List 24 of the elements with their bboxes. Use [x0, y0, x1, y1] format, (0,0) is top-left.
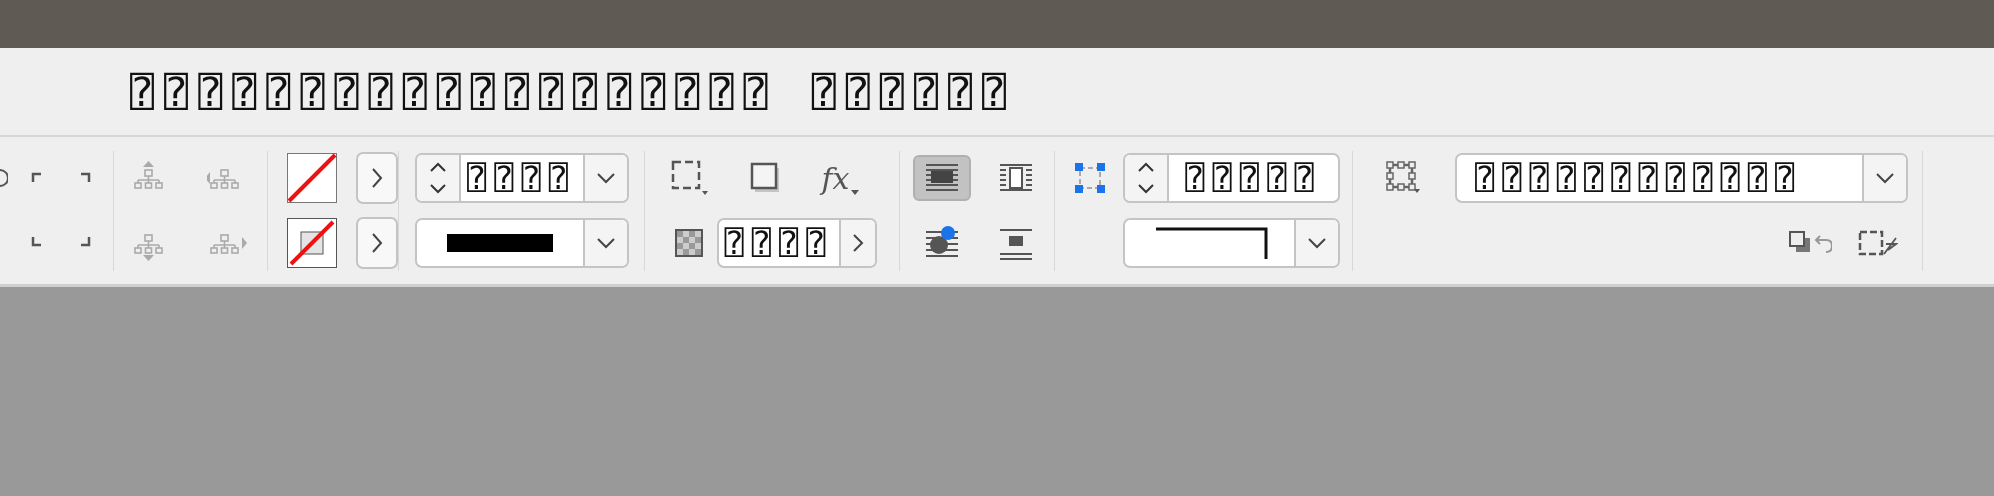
caret-icon	[850, 189, 859, 196]
corner-icon[interactable]	[31, 237, 43, 249]
corner-handles-icon[interactable]	[1074, 162, 1106, 194]
stroke-swatch[interactable]	[287, 218, 337, 268]
window-title: ⍰⍰⍰⍰⍰⍰⍰⍰⍰⍰⍰⍰⍰⍰⍰⍰⍰⍰⍰ ⍰⍰⍰⍰⍰⍰	[130, 68, 1017, 115]
dropdown-button[interactable]	[1294, 220, 1338, 266]
fill-menu-button[interactable]	[356, 152, 398, 204]
effects-button[interactable]: fx	[821, 160, 859, 196]
corner-icon[interactable]	[31, 172, 43, 184]
corner-icon[interactable]	[81, 237, 93, 249]
fill-swatch[interactable]	[287, 153, 337, 203]
stroke-type-dropdown[interactable]	[414, 218, 629, 268]
chevron-right-icon	[371, 167, 383, 189]
object-frame-icon[interactable]	[1386, 161, 1420, 195]
corner-shape-dropdown[interactable]	[1123, 218, 1340, 268]
caret-icon	[595, 237, 616, 249]
caret-icon	[1307, 237, 1327, 249]
break-link-icon[interactable]	[1858, 228, 1898, 258]
stroke-menu-button[interactable]	[356, 217, 398, 269]
checkerboard-icon	[674, 228, 704, 258]
corner-icon[interactable]	[81, 172, 93, 184]
text-wrap-button[interactable]	[913, 155, 971, 201]
chevron-right-icon	[371, 232, 383, 254]
dropdown-button[interactable]	[582, 220, 627, 266]
